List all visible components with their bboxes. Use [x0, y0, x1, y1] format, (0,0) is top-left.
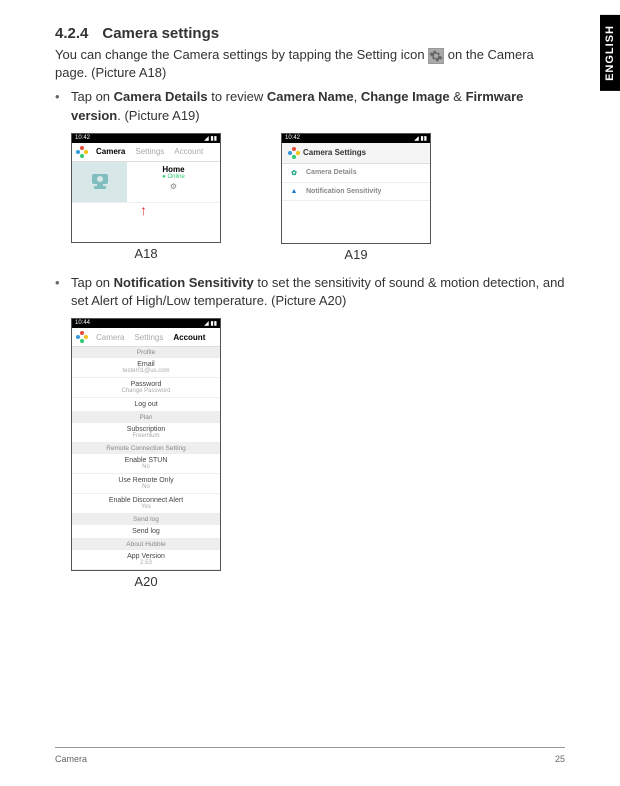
tab-settings[interactable]: Settings	[130, 147, 169, 156]
figure-a20: 10:44 ◢ ▮▮ Camera Settings Account Profi…	[71, 318, 221, 589]
phone-a18: 10:42 ◢ ▮▮ Camera Settings Account Home …	[71, 133, 221, 243]
figures-row-2: 10:44 ◢ ▮▮ Camera Settings Account Profi…	[71, 318, 565, 589]
tab-account[interactable]: Account	[168, 333, 210, 342]
footer-page-number: 25	[555, 754, 565, 764]
arrow-annotation-icon: ↑	[72, 203, 220, 217]
item-disconnect-alert[interactable]: Enable Disconnect AlertYes	[72, 494, 220, 514]
section-sendlog: Send log	[72, 514, 220, 525]
caption-a20: A20	[71, 574, 221, 589]
page-content: 4.2.4 Camera settings You can change the …	[0, 0, 620, 589]
item-password[interactable]: PasswordChange Password	[72, 378, 220, 398]
gear-icon	[428, 48, 444, 64]
figures-row-1: 10:42 ◢ ▮▮ Camera Settings Account Home …	[71, 133, 565, 262]
hubble-logo-icon	[288, 147, 300, 159]
camera-icon	[88, 172, 112, 192]
hubble-logo-icon	[76, 146, 88, 158]
item-logout[interactable]: Log out	[72, 398, 220, 412]
section-number: 4.2.4	[55, 25, 88, 42]
alert-icon: ▲	[288, 188, 300, 195]
tab-settings[interactable]: Settings	[129, 333, 168, 342]
footer-chapter: Camera	[55, 754, 87, 764]
bullet-1: • Tap on Camera Details to review Camera…	[55, 88, 565, 124]
section-title: Camera settings	[102, 25, 219, 42]
item-app-version: App Version2.53	[72, 550, 220, 570]
tab-account[interactable]: Account	[169, 147, 208, 156]
tab-camera[interactable]: Camera	[91, 333, 129, 342]
camera-settings-header: Camera Settings	[282, 143, 430, 164]
status-bar: 10:42 ◢ ▮▮	[72, 134, 220, 143]
hubble-logo-icon	[76, 331, 88, 343]
status-bar: 10:42 ◢ ▮▮	[282, 134, 430, 143]
caption-a18: A18	[71, 246, 221, 261]
item-stun[interactable]: Enable STUNNo	[72, 454, 220, 474]
bullet-marker: •	[55, 88, 71, 124]
section-remote: Remote Connection Setting	[72, 443, 220, 454]
camera-info: Home ● Online ⚙	[127, 162, 220, 202]
bullet-marker: •	[55, 274, 71, 310]
row-camera-details[interactable]: ✿ Camera Details	[282, 164, 430, 183]
camera-row[interactable]: Home ● Online ⚙	[72, 162, 220, 203]
item-subscription[interactable]: SubscriptionFreemium	[72, 423, 220, 443]
bullet-2-text: Tap on Notification Sensitivity to set t…	[71, 274, 565, 310]
bullet-2: • Tap on Notification Sensitivity to set…	[55, 274, 565, 310]
gear-icon: ✿	[288, 169, 300, 177]
phone-a20: 10:44 ◢ ▮▮ Camera Settings Account Profi…	[71, 318, 221, 571]
camera-thumbnail	[72, 162, 127, 202]
item-remote-only[interactable]: Use Remote OnlyNo	[72, 474, 220, 494]
status-bar: 10:44 ◢ ▮▮	[72, 319, 220, 328]
section-heading: 4.2.4 Camera settings	[55, 25, 565, 42]
intro-text: You can change the Camera settings by ta…	[55, 46, 565, 82]
row-notification-sensitivity[interactable]: ▲ Notification Sensitivity	[282, 183, 430, 201]
figure-a19: 10:42 ◢ ▮▮ Camera Settings ✿ Camera Deta…	[281, 133, 431, 262]
language-tab: ENGLISH	[600, 15, 620, 91]
page-footer: Camera 25	[55, 747, 565, 764]
caption-a19: A19	[281, 247, 431, 262]
phone-a19: 10:42 ◢ ▮▮ Camera Settings ✿ Camera Deta…	[281, 133, 431, 244]
camera-gear-icon[interactable]: ⚙	[132, 182, 215, 191]
status-time: 10:42	[285, 135, 300, 142]
tab-camera[interactable]: Camera	[91, 147, 130, 156]
status-signal-icon: ◢ ▮▮	[204, 320, 217, 327]
status-time: 10:42	[75, 135, 90, 142]
section-profile: Profile	[72, 347, 220, 358]
figure-a18: 10:42 ◢ ▮▮ Camera Settings Account Home …	[71, 133, 221, 262]
bullet-1-text: Tap on Camera Details to review Camera N…	[71, 88, 565, 124]
tab-bar: Camera Settings Account	[72, 143, 220, 162]
item-sendlog[interactable]: Send log	[72, 525, 220, 539]
status-signal-icon: ◢ ▮▮	[414, 135, 427, 142]
status-time: 10:44	[75, 320, 90, 327]
camera-name: Home	[132, 165, 215, 174]
section-plan: Plan	[72, 412, 220, 423]
status-signal-icon: ◢ ▮▮	[204, 135, 217, 142]
camera-status: ● Online	[132, 174, 215, 180]
item-email[interactable]: Emailtester01@us.com	[72, 358, 220, 378]
section-about: About Hubble	[72, 539, 220, 550]
tab-bar: Camera Settings Account	[72, 328, 220, 347]
